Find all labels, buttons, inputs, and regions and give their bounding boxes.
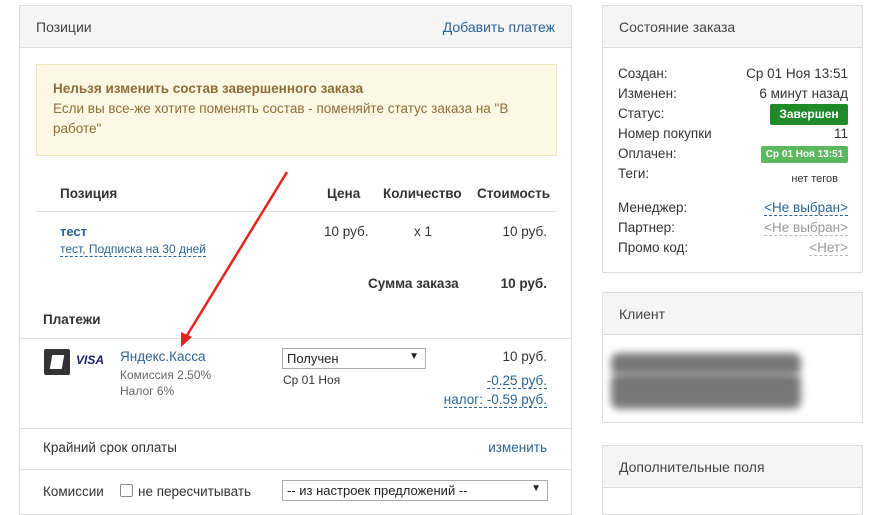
add-payment-link[interactable]: Добавить платеж bbox=[443, 19, 555, 35]
created-value: Ср 01 Ноя 13:51 bbox=[746, 66, 848, 81]
payment-commission: Комиссия 2.50% bbox=[120, 368, 212, 382]
no-recalc-checkbox[interactable] bbox=[120, 484, 133, 497]
total-label: Сумма заказа bbox=[368, 276, 459, 291]
no-recalc-label: не пересчитывать bbox=[138, 484, 252, 499]
client-title: Клиент bbox=[619, 305, 666, 322]
yandex-kassa-icon bbox=[44, 349, 70, 375]
commission-select-value: -- из настроек предложений -- bbox=[287, 483, 468, 498]
visa-logo: VISA bbox=[76, 353, 105, 367]
deadline-change-link[interactable]: изменить bbox=[488, 440, 547, 455]
payment-date: Ср 01 Ноя bbox=[283, 373, 341, 387]
warning-text: Если вы все-же хотите поменять состав - … bbox=[53, 101, 509, 136]
payment-commission-amount[interactable]: -0.25 руб. bbox=[486, 373, 547, 389]
order-state-title: Состояние заказа bbox=[619, 18, 736, 35]
item-name-link[interactable]: тест bbox=[60, 224, 87, 239]
order-state-panel: Состояние заказа Создан: Ср 01 Ноя 13:51… bbox=[602, 5, 863, 273]
status-badge[interactable]: Завершен bbox=[770, 104, 848, 125]
redacted-client-name bbox=[611, 353, 801, 375]
payment-status-select[interactable]: Получен ▼ bbox=[282, 348, 426, 369]
client-header: Клиент bbox=[603, 293, 862, 335]
commission-select[interactable]: -- из настроек предложений -- ▼ bbox=[282, 480, 548, 501]
changed-value: 6 минут назад bbox=[759, 86, 848, 101]
col-item-header: Позиция bbox=[60, 186, 118, 201]
promo-label: Промо код: bbox=[618, 240, 689, 255]
deadline-label: Крайний срок оплаты bbox=[43, 440, 177, 455]
warning-title: Нельзя изменить состав завершенного зака… bbox=[53, 81, 364, 96]
client-panel: Клиент bbox=[602, 292, 863, 423]
purchase-label: Номер покупки bbox=[618, 126, 712, 141]
item-qty: x 1 bbox=[414, 224, 433, 239]
created-label: Создан: bbox=[618, 66, 668, 81]
paid-badge: Ср 01 Ноя 13:51 bbox=[761, 146, 848, 163]
item-sub-link[interactable]: тест, Подписка на 30 дней bbox=[60, 242, 206, 257]
payment-amount: 10 руб. bbox=[502, 349, 547, 364]
positions-header: Позиции Добавить платеж bbox=[20, 6, 571, 48]
payment-tax: Налог 6% bbox=[120, 384, 175, 398]
positions-title: Позиции bbox=[36, 18, 92, 35]
payment-status-value: Получен bbox=[287, 351, 339, 366]
payment-method-link[interactable]: Яндекс.Касса bbox=[120, 349, 206, 364]
manager-select-link[interactable]: <Не выбран> bbox=[764, 200, 848, 216]
status-label: Статус: bbox=[618, 106, 665, 121]
divider bbox=[20, 338, 571, 339]
divider bbox=[20, 469, 571, 470]
changed-label: Изменен: bbox=[618, 86, 677, 101]
redacted-client-info bbox=[611, 373, 801, 409]
item-cost: 10 руб. bbox=[502, 224, 547, 239]
partner-label: Партнер: bbox=[618, 220, 675, 235]
tags-value[interactable]: нет тегов bbox=[791, 173, 838, 185]
paid-label: Оплачен: bbox=[618, 146, 677, 161]
positions-panel: Позиции Добавить платеж Нельзя изменить … bbox=[19, 5, 572, 515]
manager-label: Менеджер: bbox=[618, 200, 688, 215]
extra-fields-header: Дополнительные поля bbox=[603, 446, 862, 488]
item-price: 10 руб. bbox=[324, 224, 369, 239]
divider bbox=[36, 211, 557, 212]
promo-select-link[interactable]: <Нет> bbox=[809, 240, 848, 256]
payment-tax-amount[interactable]: налог: -0.59 руб. bbox=[443, 392, 547, 408]
extra-fields-panel: Дополнительные поля bbox=[602, 445, 863, 515]
extra-fields-title: Дополнительные поля bbox=[619, 458, 765, 475]
partner-select-link[interactable]: <Не выбран> bbox=[764, 220, 848, 236]
col-price-header: Цена bbox=[327, 186, 361, 201]
col-qty-header: Количество bbox=[383, 186, 462, 201]
purchase-value: 11 bbox=[833, 126, 848, 141]
commissions-label: Комиссии bbox=[43, 484, 104, 499]
chevron-down-icon: ▼ bbox=[531, 483, 541, 494]
order-state-header: Состояние заказа bbox=[603, 6, 862, 48]
total-value: 10 руб. bbox=[500, 276, 547, 291]
divider bbox=[20, 428, 571, 429]
payments-title: Платежи bbox=[43, 312, 101, 327]
tags-label: Теги: bbox=[618, 166, 650, 181]
chevron-down-icon: ▼ bbox=[409, 351, 419, 362]
warning-alert: Нельзя изменить состав завершенного зака… bbox=[36, 64, 557, 156]
col-cost-header: Стоимость bbox=[477, 186, 551, 201]
